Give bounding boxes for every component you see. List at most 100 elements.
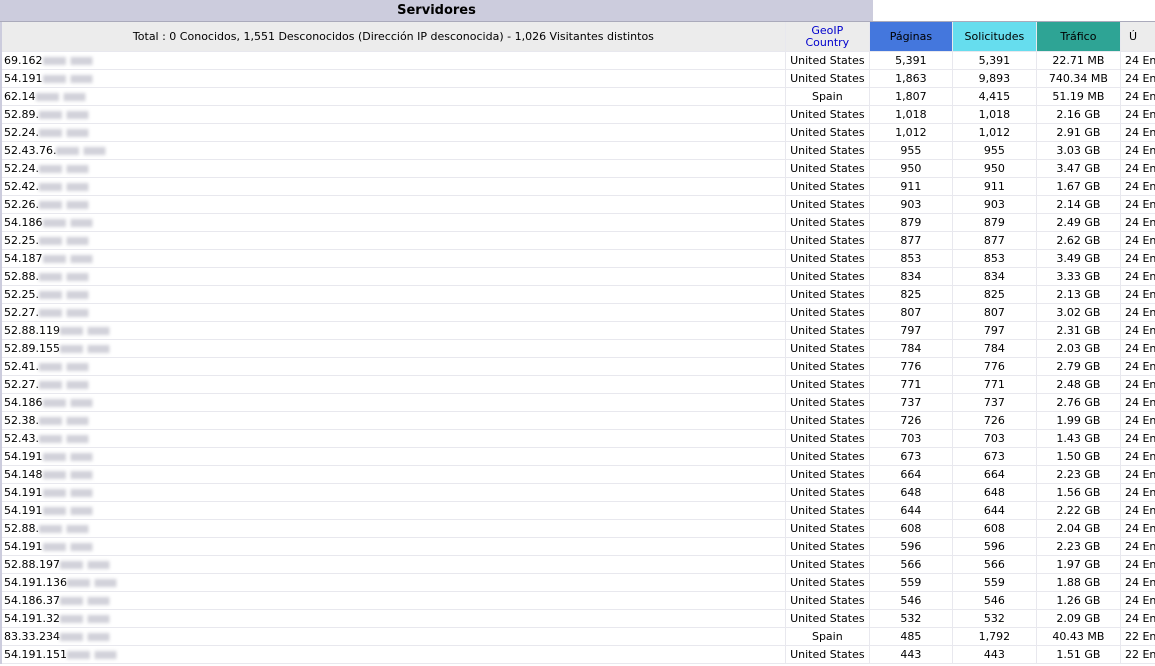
redacted-ip-part xyxy=(39,237,94,245)
host-ip: 69.162 xyxy=(4,54,43,67)
country-cell: United States xyxy=(785,537,870,556)
requests-cell: 443 xyxy=(952,645,1037,664)
pages-cell: 673 xyxy=(869,447,953,466)
pages-cell: 825 xyxy=(869,285,953,304)
host-ip: 54.191.32 xyxy=(4,612,60,625)
header-geoip-country: GeoIP Country xyxy=(785,22,870,52)
requests-cell: 797 xyxy=(952,321,1037,340)
host-ip: 62.14 xyxy=(4,90,36,103)
pages-cell: 546 xyxy=(869,591,953,610)
country-cell: United States xyxy=(785,321,870,340)
requests-cell: 644 xyxy=(952,501,1037,520)
requests-cell: 596 xyxy=(952,537,1037,556)
country-cell: United States xyxy=(785,555,870,574)
last-visit-cell: 24 En xyxy=(1120,537,1155,556)
pages-cell: 559 xyxy=(869,573,953,592)
traffic-cell: 1.99 GB xyxy=(1036,411,1121,430)
pages-cell: 879 xyxy=(869,213,953,232)
last-visit-cell: 24 En xyxy=(1120,303,1155,322)
header-traffic: Tráfico xyxy=(1036,22,1121,52)
last-visit-cell: 24 En xyxy=(1120,339,1155,358)
redacted-ip-part xyxy=(59,345,115,353)
country-cell: United States xyxy=(785,195,870,214)
table-row: 54.191 United States 596 596 2.23 GB 24 … xyxy=(1,537,1155,556)
section-title: Servidores xyxy=(397,3,476,18)
table-row: 52.38. United States 726 726 1.99 GB 24 … xyxy=(1,411,1155,430)
redacted-ip-part xyxy=(39,111,94,119)
last-visit-cell: 24 En xyxy=(1120,51,1155,70)
pages-cell: 485 xyxy=(869,627,953,646)
country-cell: United States xyxy=(785,645,870,664)
host-ip: 52.88. xyxy=(4,270,39,283)
table-row: 52.88. United States 608 608 2.04 GB 24 … xyxy=(1,519,1155,538)
host-cell: 52.88. xyxy=(1,267,786,286)
requests-cell: 879 xyxy=(952,213,1037,232)
table-row: 54.191.151 United States 443 443 1.51 GB… xyxy=(1,645,1155,664)
requests-cell: 776 xyxy=(952,357,1037,376)
table-row: 52.25. United States 877 877 2.62 GB 24 … xyxy=(1,231,1155,250)
requests-cell: 4,415 xyxy=(952,87,1037,106)
requests-cell: 532 xyxy=(952,609,1037,628)
table-row: 54.191 United States 648 648 1.56 GB 24 … xyxy=(1,483,1155,502)
header-requests: Solicitudes xyxy=(952,22,1037,52)
table-row: 54.186 United States 879 879 2.49 GB 24 … xyxy=(1,213,1155,232)
table-row: 52.88.119 United States 797 797 2.31 GB … xyxy=(1,321,1155,340)
pages-cell: 776 xyxy=(869,357,953,376)
pages-cell: 955 xyxy=(869,141,953,160)
host-ip: 52.24. xyxy=(4,162,39,175)
table-row: 52.88. United States 834 834 3.33 GB 24 … xyxy=(1,267,1155,286)
last-visit-cell: 24 En xyxy=(1120,195,1155,214)
last-visit-cell: 24 En xyxy=(1120,141,1155,160)
traffic-cell: 51.19 MB xyxy=(1036,87,1121,106)
traffic-cell: 2.09 GB xyxy=(1036,609,1121,628)
table-row: 52.88.197 United States 566 566 1.97 GB … xyxy=(1,555,1155,574)
requests-cell: 825 xyxy=(952,285,1037,304)
redacted-ip-part xyxy=(42,471,98,479)
redacted-ip-part xyxy=(39,165,94,173)
table-row: 52.43.76. United States 955 955 3.03 GB … xyxy=(1,141,1155,160)
traffic-cell: 40.43 MB xyxy=(1036,627,1121,646)
requests-cell: 664 xyxy=(952,465,1037,484)
pages-cell: 877 xyxy=(869,231,953,250)
host-ip: 52.41. xyxy=(4,360,39,373)
table-row: 52.27. United States 807 807 3.02 GB 24 … xyxy=(1,303,1155,322)
pages-cell: 443 xyxy=(869,645,953,664)
country-cell: United States xyxy=(785,573,870,592)
host-cell: 54.187 xyxy=(1,249,786,268)
host-ip: 54.191 xyxy=(4,72,43,85)
last-visit-cell: 24 En xyxy=(1120,573,1155,592)
pages-cell: 608 xyxy=(869,519,953,538)
last-visit-cell: 24 En xyxy=(1120,393,1155,412)
traffic-cell: 1.56 GB xyxy=(1036,483,1121,502)
last-visit-cell: 24 En xyxy=(1120,177,1155,196)
redacted-ip-part xyxy=(39,381,94,389)
country-cell: United States xyxy=(785,303,870,322)
pages-cell: 664 xyxy=(869,465,953,484)
host-ip: 54.191 xyxy=(4,450,43,463)
requests-cell: 903 xyxy=(952,195,1037,214)
country-cell: United States xyxy=(785,591,870,610)
requests-cell: 546 xyxy=(952,591,1037,610)
host-cell: 54.191 xyxy=(1,501,786,520)
country-cell: United States xyxy=(785,213,870,232)
country-cell: United States xyxy=(785,501,870,520)
table-row: 52.24. United States 950 950 3.47 GB 24 … xyxy=(1,159,1155,178)
table-row: 52.41. United States 776 776 2.79 GB 24 … xyxy=(1,357,1155,376)
redacted-ip-part xyxy=(66,651,122,659)
last-visit-cell: 24 En xyxy=(1120,555,1155,574)
last-visit-cell: 24 En xyxy=(1120,87,1155,106)
host-ip: 54.186 xyxy=(4,396,43,409)
redacted-ip-part xyxy=(56,147,112,155)
host-ip: 52.25. xyxy=(4,288,39,301)
host-ip: 52.89.155 xyxy=(4,342,60,355)
host-cell: 54.191.151 xyxy=(1,645,786,664)
last-visit-cell: 24 En xyxy=(1120,249,1155,268)
host-cell: 54.191.32 xyxy=(1,609,786,628)
country-cell: United States xyxy=(785,519,870,538)
traffic-cell: 1.67 GB xyxy=(1036,177,1121,196)
requests-cell: 726 xyxy=(952,411,1037,430)
traffic-cell: 1.51 GB xyxy=(1036,645,1121,664)
table-row: 52.25. United States 825 825 2.13 GB 24 … xyxy=(1,285,1155,304)
traffic-cell: 2.49 GB xyxy=(1036,213,1121,232)
table-row: 54.191 United States 644 644 2.22 GB 24 … xyxy=(1,501,1155,520)
